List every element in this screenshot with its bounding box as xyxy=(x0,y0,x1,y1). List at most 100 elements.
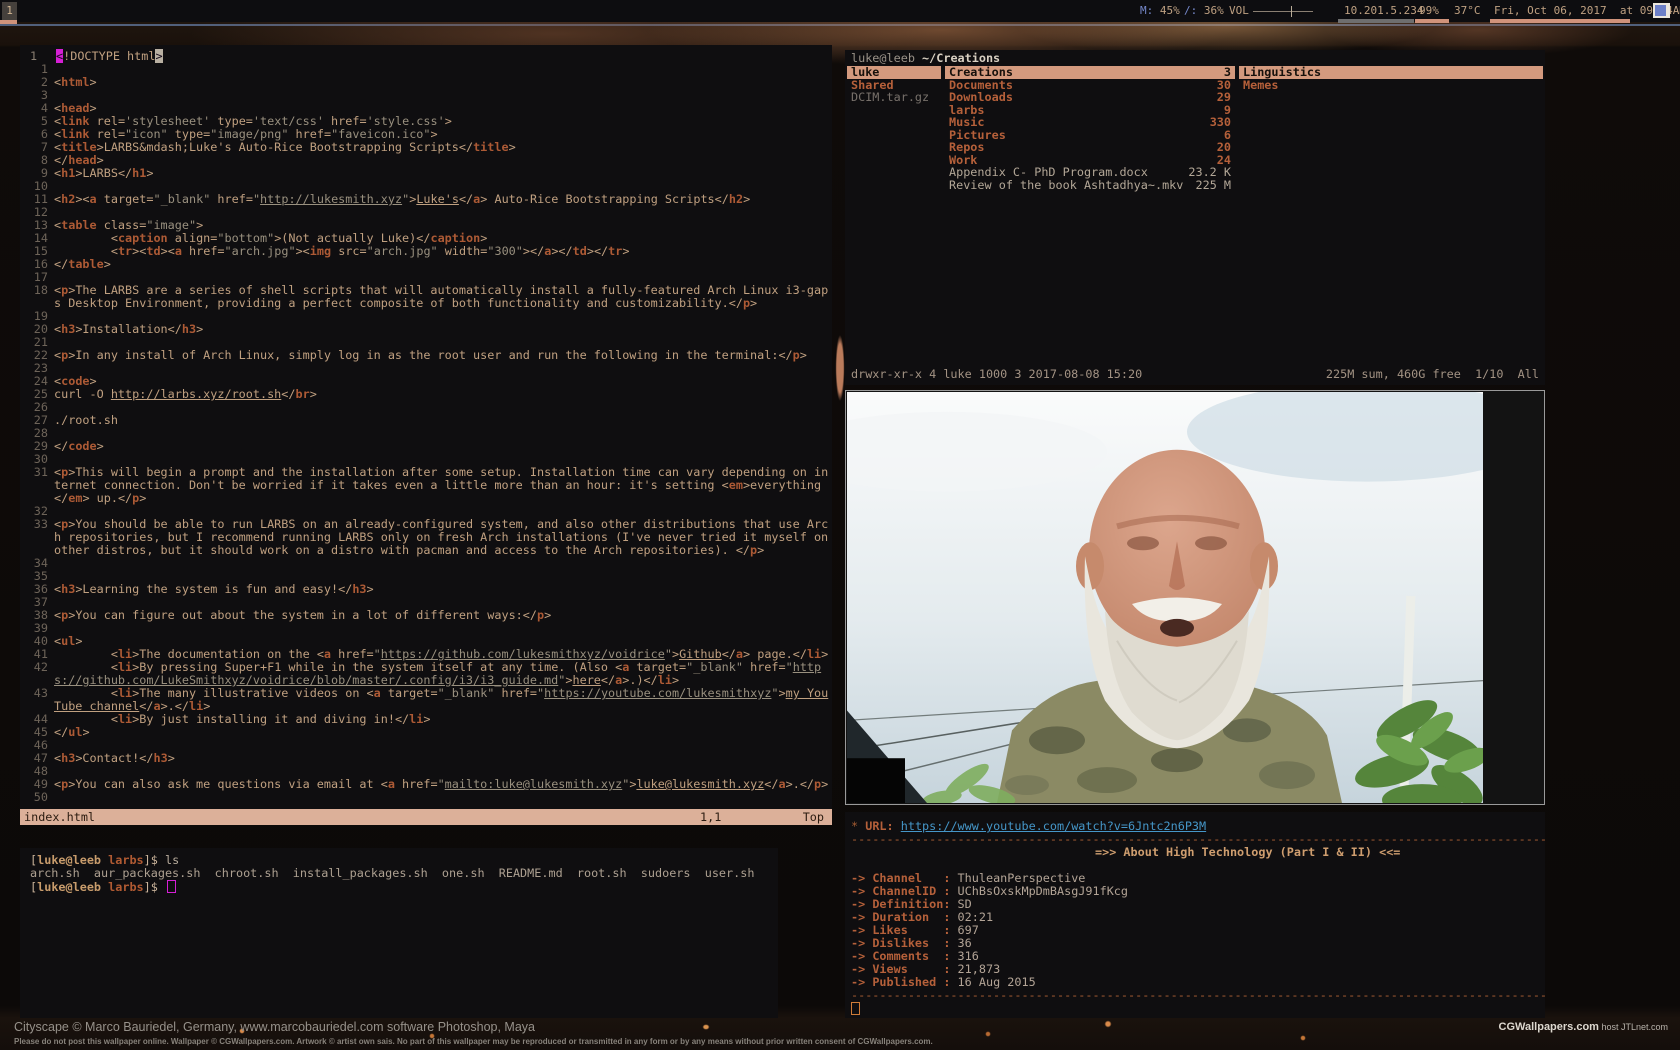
editor-line: 11<h2><a target="_blank" href="http://lu… xyxy=(28,193,832,206)
wallpaper-credits: Cityscape © Marco Bauriedel, Germany, ww… xyxy=(14,1020,933,1046)
editor-line: 26 xyxy=(28,401,832,414)
editor-line: 16</table> xyxy=(28,258,832,271)
ip-underline xyxy=(1338,19,1414,23)
mpv-video-window[interactable] xyxy=(845,390,1545,805)
disk-icon: /: xyxy=(1184,4,1197,17)
ranger-disk-usage: 225M sum, 460G free 1/10 All xyxy=(1326,368,1539,381)
editor-line: 33<p>You should be able to run LARBS on … xyxy=(28,518,832,557)
editor-line: 1 xyxy=(28,63,832,76)
clock-underline xyxy=(1490,19,1630,23)
vim-status-bar: index.html 1,1 Top xyxy=(20,809,832,825)
vim-ruler: 1,1 xyxy=(700,809,721,825)
volume-label: VOL xyxy=(1229,0,1249,22)
prompt-dir: larbs xyxy=(108,880,144,894)
separator-line2: ----------------------------------------… xyxy=(851,989,1545,1002)
shell-terminal-window[interactable]: [luke@leeb larbs]$ ls arch.sh aur_packag… xyxy=(20,848,778,1018)
editor-line: 27./root.sh xyxy=(28,414,832,427)
terminal-prompt-line2: [luke@leeb larbs]$ xyxy=(30,880,778,894)
editor-line: 45</ul> xyxy=(28,726,832,739)
video-info-field: -> Published : 16 Aug 2015 xyxy=(851,976,1545,989)
ranger-item[interactable]: Downloads29 xyxy=(945,91,1235,104)
ranger-item[interactable]: Pictures6 xyxy=(945,129,1235,142)
wallpaper-credit-line2: Please do not post this wallpaper online… xyxy=(14,1037,933,1046)
video-fields: -> Channel : ThuleanPerspective-> Channe… xyxy=(851,872,1545,989)
ranger-title-path: ~/Creations xyxy=(922,51,1000,65)
editor-line: 9<h1>LARBS</h1> xyxy=(28,167,832,180)
vim-filename: index.html xyxy=(24,809,95,825)
editor-line: 28 xyxy=(28,427,832,440)
ranger-window[interactable]: luke@leeb ~/Creations lukeSharedDCIM.tar… xyxy=(845,50,1545,385)
prompt-user: luke@leeb xyxy=(37,853,101,867)
editor-line: 29</code> xyxy=(28,440,832,453)
computer-icon[interactable] xyxy=(1653,3,1670,18)
ranger-title-user: luke@leeb xyxy=(851,51,922,65)
editor-line: 25curl -O http://larbs.xyz/root.sh</br> xyxy=(28,388,832,401)
video-url-line: * URL: https://www.youtube.com/watch?v=6… xyxy=(851,820,1545,833)
terminal-command: ls xyxy=(158,853,179,867)
editor-line: 20<h3>Installation</h3> xyxy=(28,323,832,336)
battery-underline xyxy=(1415,19,1449,23)
editor-lines: 1<!DOCTYPE html>1 2<html>3 4<head>5<link… xyxy=(28,50,832,804)
prompt-dir: larbs xyxy=(108,853,144,867)
wallpaper-credit-line1: Cityscape © Marco Bauriedel, Germany, ww… xyxy=(14,1020,933,1034)
volume-slider[interactable] xyxy=(1253,11,1313,12)
disk-value: 36% xyxy=(1197,4,1224,17)
wallpaper-credit-host: CGWallpapers.com host JTLnet.com xyxy=(1499,1021,1668,1033)
ranger-item[interactable]: Review of the book Ashtadhya~.mkv225 M xyxy=(945,179,1235,192)
memory-value: 45% xyxy=(1153,4,1180,17)
ranger-file-permissions: drwxr-xr-x 4 luke 1000 3 2017-08-08 15:2… xyxy=(851,368,1142,381)
ranger-item[interactable]: DCIM.tar.gz xyxy=(847,91,941,104)
ranger-selected-item[interactable]: Creations3 xyxy=(945,66,1235,79)
memory-module: M: 45% xyxy=(1140,0,1180,22)
editor-line: 15 <tr><td><a href="arch.jpg"><img src="… xyxy=(28,245,832,258)
editor-line: 31<p>This will begin a prompt and the in… xyxy=(28,466,832,505)
host-label: host JTLnet.com xyxy=(1599,1022,1668,1032)
editor-line: 18<p>The LARBS are a series of shell scr… xyxy=(28,284,832,310)
ranger-item[interactable]: larbs9 xyxy=(945,104,1235,117)
ranger-selected-item[interactable]: luke xyxy=(847,66,941,79)
editor-line: 1<!DOCTYPE html> xyxy=(28,50,832,63)
ranger-item[interactable]: Appendix C- PhD Program.docx23.2 K xyxy=(945,166,1235,179)
info-terminal-cursor[interactable] xyxy=(851,1002,860,1015)
info-cursor-line xyxy=(851,1002,1545,1016)
ranger-selected-item[interactable]: Linguistics xyxy=(1239,66,1543,79)
ranger-parent-column: lukeSharedDCIM.tar.gz xyxy=(847,66,941,104)
disk-module: /: 36% xyxy=(1184,0,1224,22)
editor-line: 39 xyxy=(28,622,832,635)
editor-line: 38<p>You can figure out about the system… xyxy=(28,609,832,622)
editor-line: 3 xyxy=(28,89,832,102)
editor-line: 22<p>In any install of Arch Linux, simpl… xyxy=(28,349,832,362)
video-scene xyxy=(847,392,1483,803)
editor-line: 42 <li>By pressing Super+F1 while in the… xyxy=(28,661,832,687)
ranger-item[interactable]: Repos20 xyxy=(945,141,1235,154)
terminal-cursor[interactable] xyxy=(167,880,176,893)
vim-editor-window[interactable]: 1<!DOCTYPE html>1 2<html>3 4<head>5<link… xyxy=(20,45,832,825)
prompt-bracket-close: ]$ xyxy=(144,853,158,867)
editor-line: 44 <li>By just installing it and diving … xyxy=(28,713,832,726)
workspace-underline xyxy=(0,20,17,24)
editor-line: 50 xyxy=(28,791,832,804)
editor-line: 2<html> xyxy=(28,76,832,89)
temperature-value: 37°C xyxy=(1454,0,1481,22)
ranger-item[interactable]: Memes xyxy=(1239,79,1543,92)
video-info-terminal[interactable]: * URL: https://www.youtube.com/watch?v=6… xyxy=(845,812,1545,1018)
computer-icon-tower xyxy=(1666,3,1670,18)
memory-icon: M: xyxy=(1140,4,1153,17)
status-bar: 1 M: 45% /: 36% VOL 10.201.5.234 99% 37°… xyxy=(0,0,1680,22)
video-url: https://www.youtube.com/watch?v=6Jntc2n6… xyxy=(901,819,1206,833)
workspace-indicator[interactable]: 1 xyxy=(2,2,17,20)
editor-line: 7<title>LARBS&mdash;Luke's Auto-Rice Boo… xyxy=(28,141,832,154)
editor-line: 34 xyxy=(28,557,832,570)
ranger-item[interactable]: Music330 xyxy=(945,116,1235,129)
cgwallpapers-logo: CGWallpapers.com xyxy=(1499,1021,1599,1033)
ranger-preview-column: LinguisticsMemes xyxy=(1239,66,1543,91)
volume-slider-handle[interactable] xyxy=(1291,6,1292,17)
video-frame[interactable] xyxy=(847,392,1483,803)
video-title: =>> About High Technology (Part I & II) … xyxy=(851,846,1545,859)
terminal-ls-output: arch.sh aur_packages.sh chroot.sh instal… xyxy=(30,867,778,880)
ranger-status-bar: drwxr-xr-x 4 luke 1000 3 2017-08-08 15:2… xyxy=(851,368,1539,381)
editor-line: 36<h3>Learning the system is fun and eas… xyxy=(28,583,832,596)
editor-line: 23 xyxy=(28,362,832,375)
vim-scroll-position: Top xyxy=(803,809,824,825)
url-label: URL: xyxy=(858,819,901,833)
